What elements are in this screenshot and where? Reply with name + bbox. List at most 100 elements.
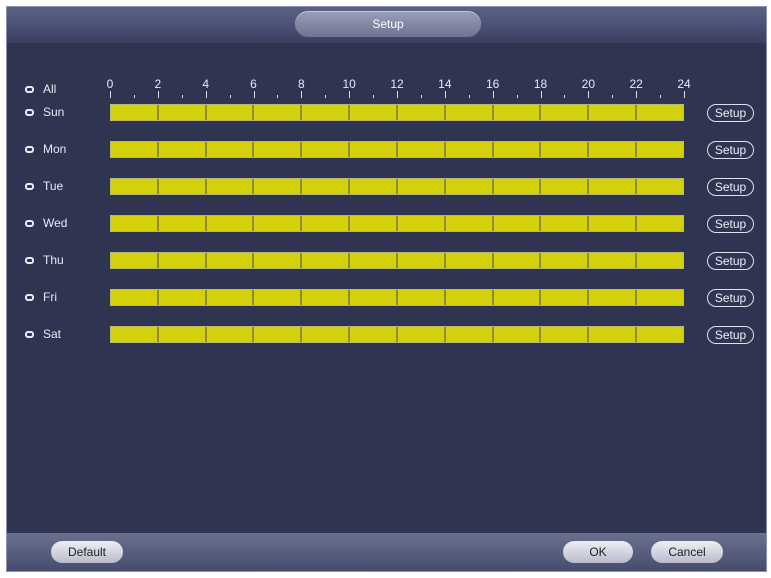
schedule-segment[interactable]: [397, 142, 446, 157]
schedule-segment[interactable]: [158, 142, 207, 157]
schedule-segment[interactable]: [350, 216, 398, 231]
schedule-segment[interactable]: [254, 327, 303, 342]
schedule-segment[interactable]: [350, 290, 398, 305]
schedule-segment[interactable]: [158, 216, 207, 231]
day-setup-button[interactable]: Setup: [707, 104, 754, 122]
schedule-segment[interactable]: [397, 290, 446, 305]
day-checkbox[interactable]: [25, 256, 34, 264]
schedule-segment[interactable]: [445, 253, 494, 268]
day-checkbox[interactable]: [25, 182, 34, 190]
schedule-segment[interactable]: [350, 142, 398, 157]
schedule-segment[interactable]: [111, 253, 159, 268]
day-setup-button[interactable]: Setup: [707, 141, 754, 159]
schedule-segment[interactable]: [158, 105, 207, 120]
schedule-bar[interactable]: [110, 178, 684, 195]
schedule-bar[interactable]: [110, 326, 684, 343]
schedule-segment[interactable]: [206, 253, 255, 268]
schedule-segment[interactable]: [254, 216, 303, 231]
schedule-segment[interactable]: [637, 327, 683, 342]
day-row-tue[interactable]: Tue: [25, 179, 63, 193]
schedule-segment[interactable]: [397, 179, 446, 194]
day-row-fri[interactable]: Fri: [25, 290, 57, 304]
schedule-segment[interactable]: [445, 216, 494, 231]
schedule-segment[interactable]: [589, 253, 638, 268]
day-row-sat[interactable]: Sat: [25, 327, 61, 341]
schedule-segment[interactable]: [493, 105, 542, 120]
schedule-segment[interactable]: [350, 179, 398, 194]
schedule-segment[interactable]: [397, 327, 446, 342]
schedule-segment[interactable]: [445, 105, 494, 120]
schedule-segment[interactable]: [111, 327, 159, 342]
schedule-segment[interactable]: [589, 327, 638, 342]
default-button[interactable]: Default: [51, 541, 123, 563]
schedule-segment[interactable]: [637, 216, 683, 231]
schedule-segment[interactable]: [493, 327, 542, 342]
schedule-segment[interactable]: [445, 179, 494, 194]
schedule-segment[interactable]: [350, 105, 398, 120]
schedule-segment[interactable]: [158, 179, 207, 194]
schedule-segment[interactable]: [637, 253, 683, 268]
cancel-button[interactable]: Cancel: [651, 541, 723, 563]
schedule-segment[interactable]: [589, 290, 638, 305]
schedule-segment[interactable]: [541, 105, 590, 120]
schedule-segment[interactable]: [254, 105, 303, 120]
schedule-segment[interactable]: [350, 327, 398, 342]
schedule-segment[interactable]: [589, 179, 638, 194]
ok-button[interactable]: OK: [563, 541, 633, 563]
schedule-segment[interactable]: [493, 142, 542, 157]
schedule-segment[interactable]: [589, 105, 638, 120]
select-all-row[interactable]: All: [25, 82, 56, 96]
schedule-segment[interactable]: [111, 290, 159, 305]
schedule-segment[interactable]: [158, 290, 207, 305]
schedule-segment[interactable]: [302, 327, 351, 342]
schedule-segment[interactable]: [350, 253, 398, 268]
day-setup-button[interactable]: Setup: [707, 178, 754, 196]
day-row-sun[interactable]: Sun: [25, 105, 64, 119]
schedule-segment[interactable]: [206, 290, 255, 305]
schedule-segment[interactable]: [206, 216, 255, 231]
schedule-bar[interactable]: [110, 141, 684, 158]
day-checkbox[interactable]: [25, 219, 34, 227]
schedule-segment[interactable]: [302, 105, 351, 120]
schedule-segment[interactable]: [493, 216, 542, 231]
day-checkbox[interactable]: [25, 108, 34, 116]
schedule-segment[interactable]: [206, 327, 255, 342]
schedule-segment[interactable]: [111, 105, 159, 120]
select-all-checkbox[interactable]: [25, 85, 34, 93]
schedule-segment[interactable]: [302, 216, 351, 231]
schedule-segment[interactable]: [541, 327, 590, 342]
day-checkbox[interactable]: [25, 293, 34, 301]
schedule-segment[interactable]: [111, 179, 159, 194]
schedule-segment[interactable]: [493, 253, 542, 268]
schedule-bar[interactable]: [110, 104, 684, 121]
schedule-segment[interactable]: [158, 327, 207, 342]
schedule-segment[interactable]: [302, 290, 351, 305]
schedule-segment[interactable]: [111, 216, 159, 231]
day-row-thu[interactable]: Thu: [25, 253, 64, 267]
day-row-wed[interactable]: Wed: [25, 216, 67, 230]
schedule-segment[interactable]: [445, 142, 494, 157]
day-checkbox[interactable]: [25, 330, 34, 338]
schedule-segment[interactable]: [397, 216, 446, 231]
schedule-segment[interactable]: [445, 327, 494, 342]
day-row-mon[interactable]: Mon: [25, 142, 66, 156]
schedule-segment[interactable]: [254, 253, 303, 268]
schedule-segment[interactable]: [206, 179, 255, 194]
schedule-segment[interactable]: [637, 142, 683, 157]
schedule-segment[interactable]: [493, 290, 542, 305]
schedule-segment[interactable]: [111, 142, 159, 157]
schedule-segment[interactable]: [637, 105, 683, 120]
schedule-segment[interactable]: [302, 253, 351, 268]
schedule-segment[interactable]: [541, 216, 590, 231]
schedule-segment[interactable]: [397, 105, 446, 120]
schedule-segment[interactable]: [206, 142, 255, 157]
schedule-segment[interactable]: [302, 142, 351, 157]
schedule-segment[interactable]: [637, 290, 683, 305]
schedule-segment[interactable]: [206, 105, 255, 120]
schedule-segment[interactable]: [254, 179, 303, 194]
schedule-segment[interactable]: [445, 290, 494, 305]
schedule-bar[interactable]: [110, 215, 684, 232]
schedule-segment[interactable]: [254, 142, 303, 157]
schedule-segment[interactable]: [302, 179, 351, 194]
schedule-segment[interactable]: [637, 179, 683, 194]
